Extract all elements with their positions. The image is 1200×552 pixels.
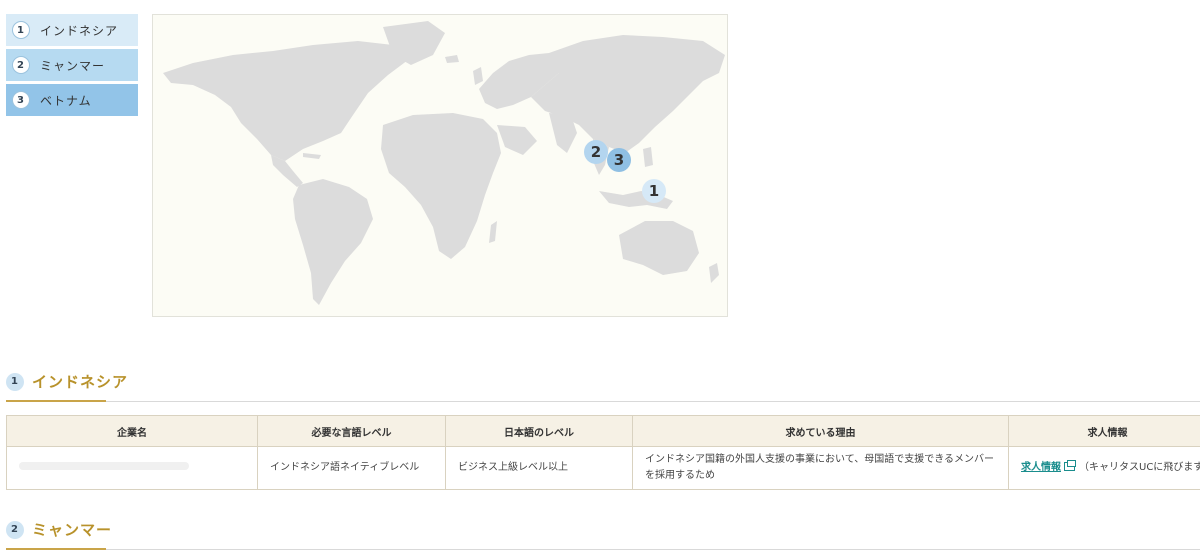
map-pin-myanmar[interactable]: 2 (584, 140, 608, 164)
tab-label: ベトナム (40, 93, 92, 108)
section-heading-myanmar: 2 ミャンマー (6, 519, 112, 540)
tab-indonesia[interactable]: 1 インドネシア (6, 14, 138, 46)
japanese-level-cell: ビジネス上級レベル以上 (445, 446, 633, 490)
map-pin-number: 3 (613, 151, 625, 169)
tab-vietnam[interactable]: 3 ベトナム (6, 84, 138, 116)
job-info-cell: 求人情報 （キャリタスUCに飛びます） (1008, 446, 1200, 490)
job-info-note: （キャリタスUCに飛びます） (1079, 462, 1200, 473)
map-pin-number: 1 (648, 182, 660, 200)
external-link-icon (1064, 460, 1076, 471)
company-name-cell (6, 446, 258, 490)
reason-cell: インドネシア国籍の外国人支援の事業において、母国語で支援できるメンバーを採用する… (632, 446, 1009, 490)
tab-number-badge: 1 (12, 21, 30, 39)
column-header-company: 企業名 (6, 415, 258, 447)
tab-myanmar[interactable]: 2 ミャンマー (6, 49, 138, 81)
tab-label: ミャンマー (40, 58, 106, 73)
table-row: インドネシア語ネイティブレベル ビジネス上級レベル以上 インドネシア国籍の外国人… (6, 446, 1200, 490)
column-header-job-info: 求人情報 (1008, 415, 1200, 447)
map-pin-indonesia[interactable]: 1 (642, 179, 666, 203)
world-map: 1 2 3 (152, 14, 728, 317)
section-divider (6, 549, 1200, 550)
tab-number-badge: 3 (12, 91, 30, 109)
section-heading-indonesia: 1 インドネシア (6, 371, 128, 392)
column-header-reason: 求めている理由 (632, 415, 1009, 447)
map-pin-number: 2 (590, 143, 602, 161)
section-number-badge: 1 (6, 372, 24, 391)
section-divider-accent (6, 400, 106, 402)
tab-label: インドネシア (40, 23, 119, 38)
section-title: ミャンマー (32, 521, 113, 539)
job-info-link[interactable]: 求人情報 (1021, 462, 1061, 473)
map-pin-vietnam[interactable]: 3 (607, 148, 631, 172)
section-divider-accent (6, 548, 106, 550)
column-header-japanese-level: 日本語のレベル (445, 415, 633, 447)
redacted-company-name (19, 462, 189, 470)
language-level-cell: インドネシア語ネイティブレベル (257, 446, 446, 490)
section-title: インドネシア (32, 373, 129, 391)
country-tabs: 1 インドネシア 2 ミャンマー 3 ベトナム (6, 14, 138, 119)
section-number-badge: 2 (6, 520, 24, 539)
table-header-row: 企業名 必要な言語レベル 日本語のレベル 求めている理由 求人情報 (6, 415, 1200, 447)
section-divider (6, 401, 1200, 402)
job-table: 企業名 必要な言語レベル 日本語のレベル 求めている理由 求人情報 インドネシア… (6, 415, 1200, 490)
world-map-graphic (163, 21, 725, 305)
column-header-language-level: 必要な言語レベル (257, 415, 446, 447)
tab-number-badge: 2 (12, 56, 30, 74)
